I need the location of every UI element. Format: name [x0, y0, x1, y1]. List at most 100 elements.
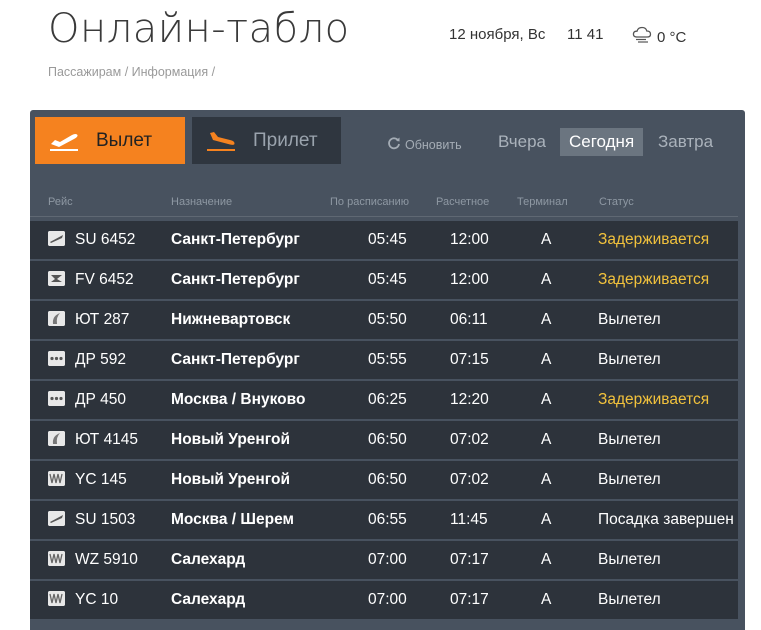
terminal: A: [541, 391, 552, 408]
col-estimated: Расчетное: [436, 196, 490, 208]
airline-logo-icon: [48, 391, 65, 406]
header-time: 11 41: [567, 26, 604, 43]
table-row[interactable]: FV 6452 Санкт-Петербург 05:45 12:00 A Задержи…: [30, 261, 738, 301]
weather: 0 °C: [632, 26, 686, 48]
header-date: 12 ноября, Вс: [449, 26, 546, 43]
col-status: Статус: [599, 196, 634, 208]
refresh-button[interactable]: Обновить: [387, 136, 462, 153]
estimated-time: 07:15: [450, 351, 489, 368]
tab-departure[interactable]: Вылет: [35, 117, 185, 164]
scheduled-time: 05:55: [368, 351, 407, 368]
day-tomorrow[interactable]: Завтра: [649, 128, 722, 156]
flight-status: Вылетел: [598, 431, 661, 448]
flight-number: YC 145: [75, 471, 127, 488]
tab-arrival-label: Прилет: [253, 129, 318, 151]
tab-departure-label: Вылет: [96, 129, 153, 151]
breadcrumb: Пассажирам / Информация /: [48, 65, 216, 79]
flight-status: Вылетел: [598, 551, 661, 568]
flight-status: Задерживается: [598, 231, 710, 248]
flights-list: SU 6452 Санкт-Петербург 05:45 12:00 A Задержи…: [30, 221, 738, 621]
table-row[interactable]: ЮТ 287 Нижневартовск 05:50 06:11 A Вылетел: [30, 301, 738, 341]
scheduled-time: 06:50: [368, 471, 407, 488]
scheduled-time: 05:45: [368, 271, 407, 288]
destination: Новый Уренгой: [171, 431, 291, 448]
estimated-time: 07:02: [450, 471, 489, 488]
airline-logo-icon: [48, 551, 65, 566]
estimated-time: 06:11: [450, 311, 488, 328]
destination: Москва / Шерем: [171, 511, 294, 528]
destination: Москва / Внуково: [171, 391, 306, 408]
flight-status: Вылетел: [598, 591, 661, 608]
terminal: A: [541, 471, 552, 488]
temperature: 0 °C: [657, 28, 687, 46]
estimated-time: 12:20: [450, 391, 489, 408]
flight-number: ЮТ 287: [75, 311, 130, 328]
estimated-time: 07:02: [450, 431, 489, 448]
table-header: Рейс Назначение По расписанию Расчетное …: [30, 196, 738, 217]
flight-status: Задерживается: [598, 391, 710, 408]
flight-number: ДР 450: [75, 391, 127, 408]
scheduled-time: 05:50: [368, 311, 407, 328]
destination: Санкт-Петербург: [171, 231, 300, 248]
scheduled-time: 05:45: [368, 231, 407, 248]
tab-arrival[interactable]: Прилет: [192, 117, 341, 164]
scheduled-time: 07:00: [368, 591, 407, 608]
destination: Нижневартовск: [171, 311, 291, 328]
flight-number: ЮТ 4145: [75, 431, 139, 448]
cloud-rain-icon: [632, 26, 652, 48]
airline-logo-icon: [48, 471, 65, 486]
destination: Салехард: [171, 551, 246, 568]
table-row[interactable]: WZ 5910 Салехард 07:00 07:17 A Вылетел: [30, 541, 738, 581]
airline-logo-icon: [48, 351, 65, 366]
page-title: Онлайн-табло: [48, 6, 350, 52]
destination: Санкт-Петербург: [171, 351, 300, 368]
flight-status: Вылетел: [598, 311, 661, 328]
refresh-label: Обновить: [405, 137, 462, 152]
col-flight: Рейс: [48, 196, 73, 208]
destination: Новый Уренгой: [171, 471, 291, 488]
estimated-time: 07:17: [450, 551, 489, 568]
estimated-time: 11:45: [450, 511, 488, 528]
flight-number: ДР 592: [75, 351, 127, 368]
table-row[interactable]: ЮТ 4145 Новый Уренгой 06:50 07:02 A Вылетел: [30, 421, 738, 461]
flight-status: Вылетел: [598, 471, 661, 488]
airline-logo-icon: [48, 431, 65, 446]
scheduled-time: 07:00: [368, 551, 407, 568]
destination: Салехард: [171, 591, 246, 608]
table-row[interactable]: YC 145 Новый Уренгой 06:50 07:02 A Вылетел: [30, 461, 738, 501]
table-row[interactable]: ДР 592 Санкт-Петербург 05:55 07:15 A Вылетел: [30, 341, 738, 381]
refresh-icon: [387, 136, 401, 153]
table-row[interactable]: SU 1503 Москва / Шерем 06:55 11:45 A Посадка …: [30, 501, 738, 541]
estimated-time: 07:17: [450, 591, 489, 608]
estimated-time: 12:00: [450, 231, 489, 248]
flight-status: Вылетел: [598, 351, 661, 368]
col-destination: Назначение: [171, 196, 233, 208]
table-row[interactable]: YC 10 Салехард 07:00 07:17 A Вылетел: [30, 581, 738, 621]
airline-logo-icon: [48, 271, 65, 286]
breadcrumb-info[interactable]: Информация: [132, 65, 209, 79]
estimated-time: 12:00: [450, 271, 489, 288]
airline-logo-icon: [48, 591, 65, 606]
table-row[interactable]: ДР 450 Москва / Внуково 06:25 12:20 A Задержи…: [30, 381, 738, 421]
terminal: A: [541, 591, 552, 608]
day-today[interactable]: Сегодня: [560, 128, 644, 156]
col-scheduled: По расписанию: [330, 196, 410, 208]
flight-number: YC 10: [75, 591, 119, 608]
flight-status: Посадка завершен: [598, 511, 734, 528]
destination: Санкт-Петербург: [171, 271, 300, 288]
terminal: A: [541, 551, 552, 568]
table-row[interactable]: SU 6452 Санкт-Петербург 05:45 12:00 A Задержи…: [30, 221, 738, 261]
scheduled-time: 06:25: [368, 391, 407, 408]
terminal: A: [541, 351, 552, 368]
plane-takeoff-icon: [48, 130, 82, 152]
flight-number: WZ 5910: [75, 551, 138, 568]
day-yesterday[interactable]: Вчера: [489, 128, 555, 156]
airline-logo-icon: [48, 311, 65, 326]
breadcrumb-passengers[interactable]: Пассажирам: [48, 65, 121, 79]
airline-logo-icon: [48, 231, 65, 246]
flight-number: FV 6452: [75, 271, 134, 288]
scheduled-time: 06:50: [368, 431, 407, 448]
scheduled-time: 06:55: [368, 511, 407, 528]
airline-logo-icon: [48, 511, 65, 526]
flight-board: Вылет Прилет Обновить Вчера Сегодня Завт…: [30, 110, 745, 630]
